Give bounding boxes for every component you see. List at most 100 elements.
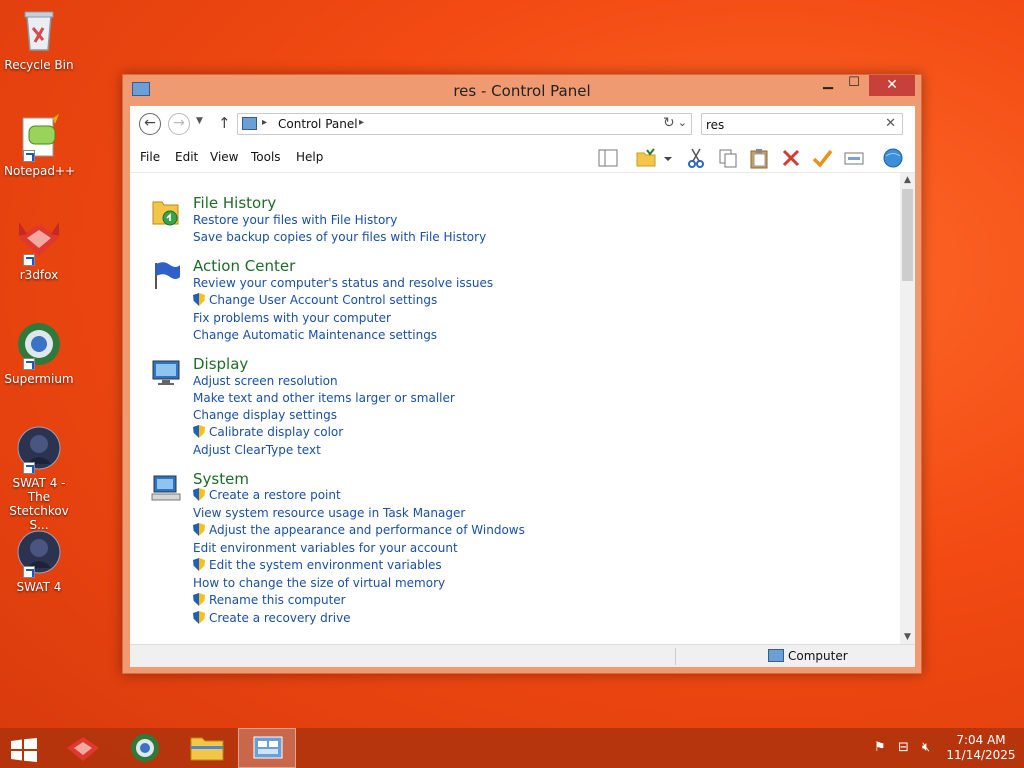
- search-box[interactable]: ✕: [701, 113, 903, 135]
- taskbar-control-panel[interactable]: [238, 728, 296, 768]
- folder-view-icon[interactable]: [635, 147, 657, 169]
- rename-icon[interactable]: [843, 147, 865, 169]
- status-text: Computer: [788, 649, 848, 663]
- action-center-flag-icon[interactable]: ⚑: [874, 740, 886, 755]
- start-button[interactable]: [10, 738, 38, 762]
- menu-help[interactable]: Help: [296, 150, 323, 164]
- up-button[interactable]: ↑: [218, 114, 231, 132]
- computer-icon: [768, 649, 784, 662]
- minimize-button[interactable]: ▁: [815, 75, 841, 96]
- search-input[interactable]: [706, 117, 876, 132]
- result-link[interactable]: Fix problems with your computer: [193, 311, 391, 325]
- result-link-text: Change User Account Control settings: [209, 293, 438, 307]
- result-link[interactable]: Make text and other items larger or smal…: [193, 391, 455, 405]
- result-link-admin[interactable]: Create a restore point: [193, 488, 341, 502]
- breadcrumb-separator-icon[interactable]: ▸: [262, 117, 267, 128]
- uac-shield-icon: [193, 558, 205, 571]
- scroll-down-icon[interactable]: ▼: [900, 632, 915, 642]
- result-link-admin[interactable]: Change User Account Control settings: [193, 293, 437, 307]
- close-button[interactable]: ✕: [869, 75, 915, 96]
- copy-icon[interactable]: [717, 147, 739, 169]
- menu-file[interactable]: File: [140, 150, 160, 164]
- layout-pane-icon[interactable]: [597, 147, 619, 169]
- menu-tools[interactable]: Tools: [251, 150, 281, 164]
- desktop-icon-label: Recycle Bin: [4, 58, 74, 72]
- scrollbar-thumb[interactable]: [902, 189, 913, 281]
- result-link[interactable]: Adjust ClearType text: [193, 443, 321, 457]
- desktop-icon-notepadpp[interactable]: Notepad++: [4, 112, 75, 178]
- taskbar-file-explorer[interactable]: [178, 728, 236, 768]
- uac-shield-icon: [193, 523, 205, 536]
- address-bar[interactable]: ▸ Control Panel ▸ ⌄: [237, 113, 692, 135]
- desktop-icon-r3dfox[interactable]: r3dfox: [4, 216, 74, 282]
- scroll-up-icon[interactable]: ▲: [900, 175, 915, 185]
- section-title[interactable]: Action Center: [193, 257, 295, 275]
- result-link-admin[interactable]: Adjust the appearance and performance of…: [193, 523, 525, 537]
- volume-muted-icon[interactable]: 🔇︎: [922, 740, 930, 755]
- delete-icon[interactable]: [780, 147, 802, 169]
- display-monitor-icon: [150, 357, 182, 389]
- result-link-admin[interactable]: Create a recovery drive: [193, 611, 351, 625]
- desktop-icon-label: SWAT 4: [16, 580, 62, 594]
- result-link-admin[interactable]: Calibrate display color: [193, 425, 343, 439]
- globe-icon[interactable]: [882, 147, 904, 169]
- vertical-scrollbar[interactable]: ▲ ▼: [900, 173, 915, 644]
- chevron-down-icon[interactable]: ⌄: [678, 116, 687, 129]
- uac-shield-icon: [193, 488, 205, 501]
- section-title[interactable]: File History: [193, 194, 276, 212]
- desktop-icon-label: SWAT 4 - The Stetchkov S...: [9, 476, 69, 532]
- maximize-button[interactable]: ☐: [841, 75, 867, 96]
- recycle-bin-icon: [15, 6, 63, 54]
- result-link[interactable]: Adjust screen resolution: [193, 374, 338, 388]
- swat4-icon: [15, 528, 63, 578]
- uac-shield-icon: [193, 293, 205, 306]
- refresh-button[interactable]: ↻: [663, 115, 675, 131]
- forward-button[interactable]: →: [168, 113, 190, 135]
- back-button[interactable]: ←: [139, 113, 161, 135]
- taskbar-r3dfox[interactable]: [54, 728, 112, 768]
- title-bar[interactable]: res - Control Panel ▁ ☐ ✕: [123, 75, 921, 106]
- result-link-admin[interactable]: Rename this computer: [193, 593, 346, 607]
- result-link[interactable]: Restore your files with File History: [193, 213, 397, 227]
- result-link-text: Calibrate display color: [209, 425, 344, 439]
- result-link-admin[interactable]: Edit the system environment variables: [193, 558, 442, 572]
- desktop-icon-swat4-stetchkov[interactable]: SWAT 4 - The Stetchkov S...: [4, 424, 74, 532]
- result-link[interactable]: Change display settings: [193, 408, 337, 422]
- breadcrumb-control-panel[interactable]: Control Panel: [278, 117, 358, 131]
- breadcrumb-separator-icon[interactable]: ▸: [359, 117, 364, 128]
- taskbar: ⚑ ⊟ 🔇︎ 7:04 AM 11/14/2025: [0, 728, 1024, 768]
- desktop-icon-swat4[interactable]: SWAT 4: [4, 528, 74, 594]
- cut-icon[interactable]: [685, 147, 707, 169]
- properties-check-icon[interactable]: [811, 147, 833, 169]
- menu-view[interactable]: View: [210, 150, 238, 164]
- taskbar-supermium[interactable]: [116, 728, 174, 768]
- shortcut-arrow-icon: [23, 566, 35, 578]
- result-link[interactable]: Save backup copies of your files with Fi…: [193, 230, 486, 244]
- menu-edit[interactable]: Edit: [175, 150, 198, 164]
- section-title[interactable]: System: [193, 470, 249, 488]
- status-divider: [675, 648, 676, 665]
- result-link[interactable]: Change Automatic Maintenance settings: [193, 328, 437, 342]
- desktop-icon-recycle-bin[interactable]: Recycle Bin: [4, 6, 74, 72]
- paste-icon[interactable]: [748, 147, 770, 169]
- section-title[interactable]: Display: [193, 355, 248, 373]
- view-dropdown-icon[interactable]: [662, 147, 674, 169]
- desktop-icon-supermium[interactable]: Supermium: [4, 320, 74, 386]
- result-link-text: Adjust the appearance and performance of…: [209, 523, 525, 537]
- result-link[interactable]: View system resource usage in Task Manag…: [193, 506, 465, 520]
- result-link[interactable]: How to change the size of virtual memory: [193, 576, 445, 590]
- clock[interactable]: 7:04 AM 11/14/2025: [945, 733, 1017, 763]
- uac-shield-icon: [193, 593, 205, 606]
- result-link[interactable]: Review your computer's status and resolv…: [193, 276, 493, 290]
- uac-shield-icon: [193, 611, 205, 624]
- desktop-icon-label: r3dfox: [19, 268, 59, 282]
- result-link[interactable]: Edit environment variables for your acco…: [193, 541, 458, 555]
- network-icon[interactable]: ⊟: [898, 740, 909, 755]
- search-results: File History Restore your files with Fil…: [130, 173, 900, 644]
- status-bar: Computer: [130, 644, 915, 667]
- r3dfox-icon: [15, 216, 63, 266]
- clear-search-icon[interactable]: ✕: [885, 116, 896, 131]
- control-panel-icon: [242, 117, 257, 130]
- desktop-icon-label: Supermium: [4, 372, 74, 386]
- recent-locations-dropdown[interactable]: ▼: [196, 116, 203, 126]
